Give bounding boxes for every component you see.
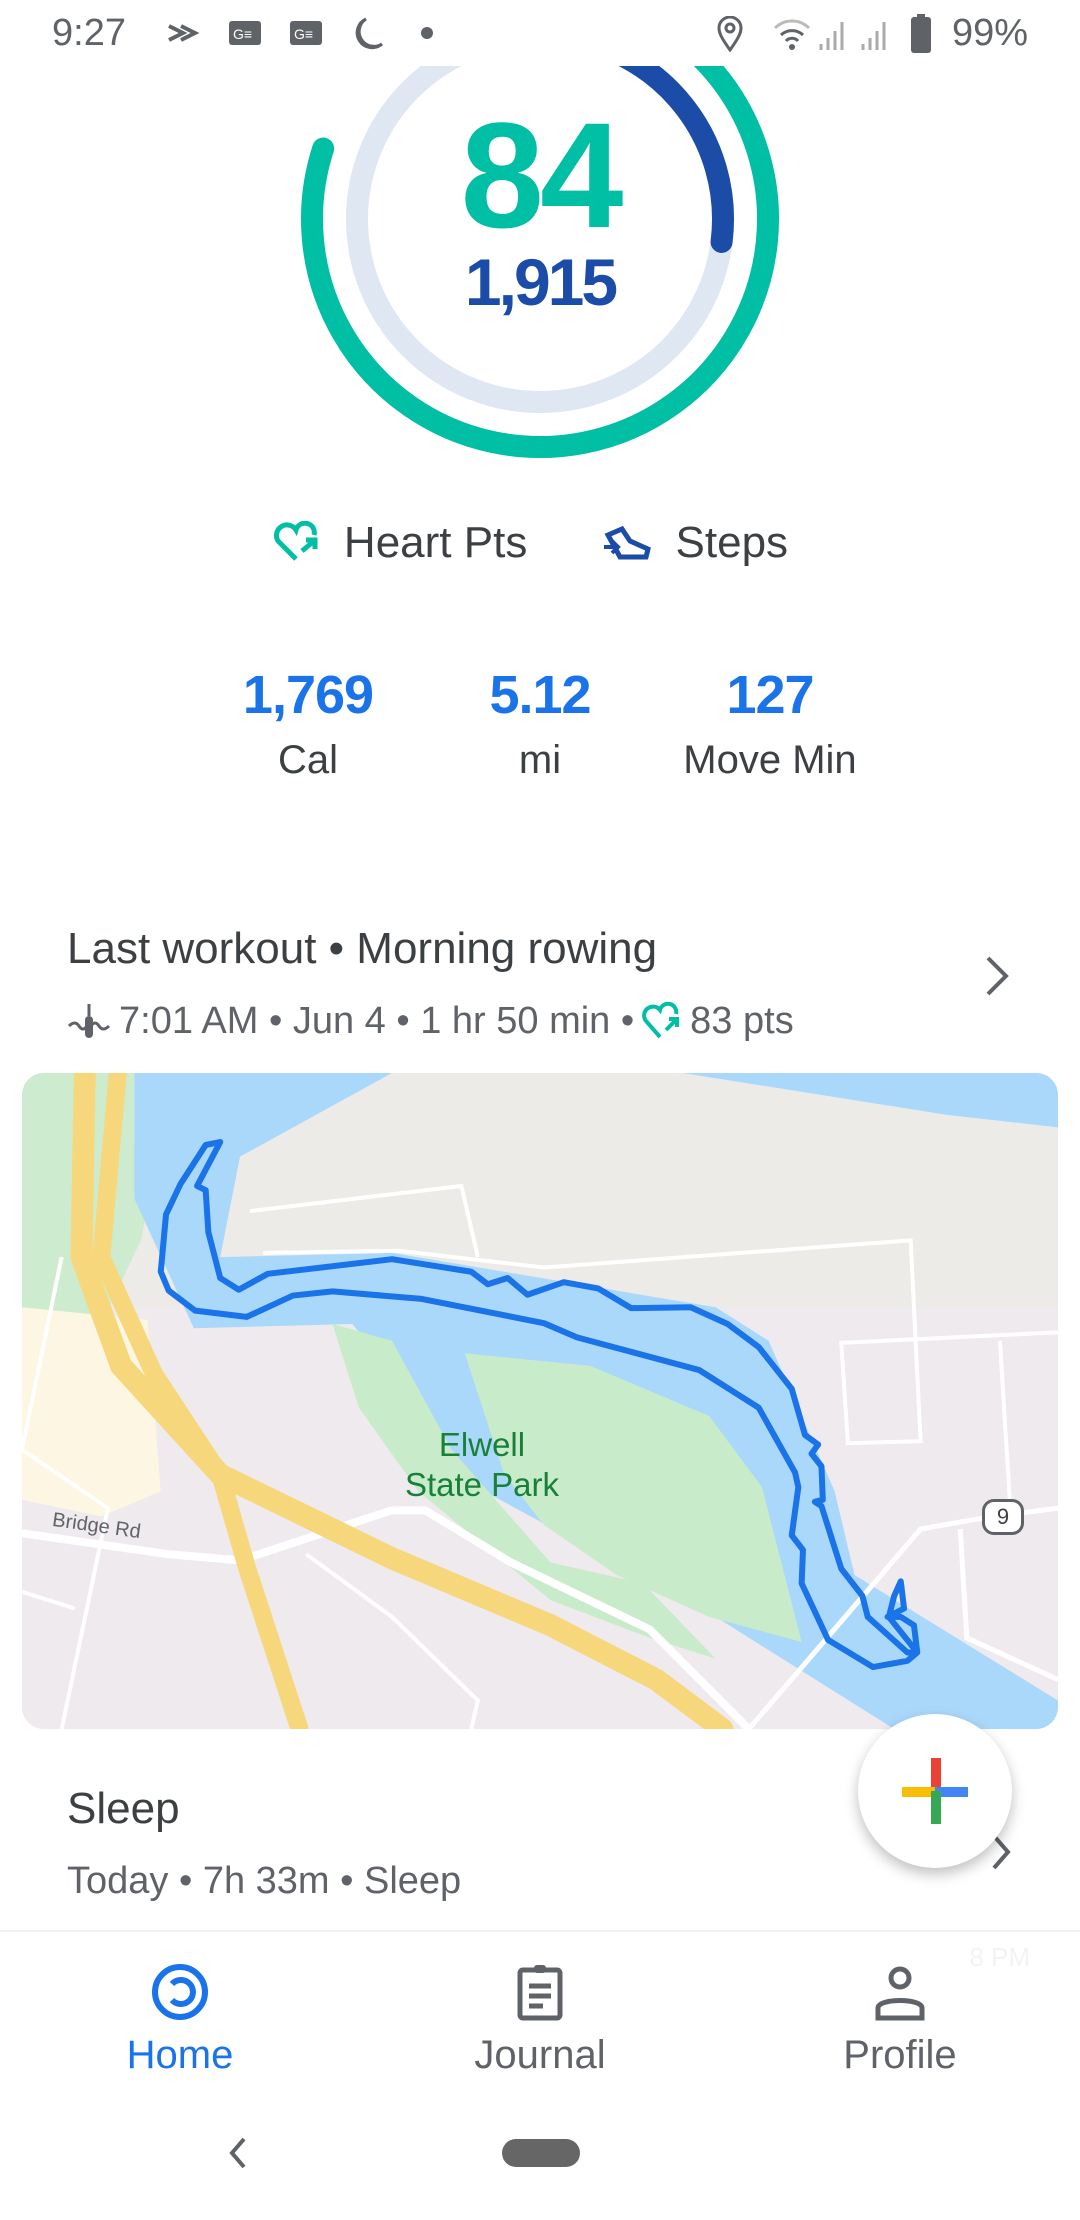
svg-text:G≡: G≡ bbox=[233, 26, 252, 42]
battery-percent: 99% bbox=[951, 12, 1028, 54]
stat-label: Move Min bbox=[683, 738, 857, 782]
legend-steps-label: Steps bbox=[675, 518, 789, 567]
map-canvas bbox=[22, 1073, 1058, 1729]
park-label: Elwell State Park bbox=[402, 1425, 562, 1505]
workout-points: 83 pts bbox=[690, 1000, 794, 1042]
steps-value: 1,915 bbox=[464, 245, 618, 319]
status-bar: 9:27 G≡ G≡ 99% bbox=[0, 0, 1080, 66]
dot-icon bbox=[421, 27, 433, 39]
wifi-icon bbox=[773, 19, 811, 50]
stat-move-min: 127 Move Min bbox=[650, 664, 890, 783]
battery-icon bbox=[911, 14, 931, 53]
stat-label: mi bbox=[518, 738, 562, 782]
legend-steps: Steps bbox=[600, 518, 809, 568]
heart-points-icon bbox=[642, 1001, 680, 1038]
add-button[interactable] bbox=[858, 1714, 1012, 1868]
stat-value: 1,769 bbox=[242, 665, 374, 725]
stat-calories: 1,769 Cal bbox=[188, 664, 428, 783]
legend-heart-label: Heart Pts bbox=[343, 518, 528, 567]
svg-text:G≡: G≡ bbox=[294, 26, 313, 42]
legend-heart-pts: Heart Pts bbox=[272, 518, 547, 568]
do-not-disturb-moon-icon bbox=[355, 17, 383, 50]
stat-value: 5.12 bbox=[489, 665, 591, 725]
plus-icon bbox=[902, 1758, 968, 1824]
ring-legend: Heart Pts Steps bbox=[0, 518, 1080, 576]
workout-route-map[interactable]: Elwell State Park Bridge Rd 9 bbox=[22, 1073, 1058, 1729]
location-icon bbox=[717, 16, 743, 52]
rowing-icon bbox=[67, 1003, 111, 1038]
stream-icon bbox=[168, 24, 200, 42]
workout-details: 7:01 AM • Jun 4 • 1 hr 50 min • 83 pts bbox=[67, 1000, 794, 1043]
park-label-line: State Park bbox=[404, 1466, 560, 1503]
sleep-subtitle: Today • 7h 33m • Sleep bbox=[67, 1860, 462, 1902]
home-spiral-icon bbox=[152, 1964, 208, 2020]
nav-profile-label: Profile bbox=[843, 2033, 957, 2077]
journal-clipboard-icon bbox=[517, 1965, 563, 2021]
status-time: 9:27 bbox=[52, 12, 126, 54]
nav-home[interactable]: Home bbox=[60, 1962, 300, 2078]
heart-points-icon bbox=[273, 521, 318, 561]
signal-icon bbox=[819, 22, 844, 50]
nav-profile[interactable]: Profile bbox=[780, 1962, 1020, 2078]
signal-icon bbox=[861, 22, 886, 50]
river bbox=[682, 1073, 1058, 1128]
system-home-pill[interactable] bbox=[502, 2139, 580, 2167]
stat-label: Cal bbox=[277, 738, 339, 782]
system-back-icon[interactable] bbox=[226, 2136, 250, 2170]
nav-journal-label: Journal bbox=[474, 2033, 606, 2077]
stat-value: 127 bbox=[726, 665, 814, 725]
workout-time: 7:01 AM • Jun 4 • 1 hr 50 min • bbox=[119, 1000, 635, 1042]
nav-journal[interactable]: Journal bbox=[420, 1962, 660, 2078]
news-icon: G≡ bbox=[290, 21, 322, 45]
park-label-line: Elwell bbox=[438, 1426, 526, 1463]
nav-home-label: Home bbox=[126, 2033, 234, 2077]
steps-icon bbox=[603, 525, 651, 560]
heart-points-value: 84 bbox=[460, 91, 624, 259]
workout-title: Last workout • Morning rowing bbox=[67, 924, 658, 973]
sleep-title: Sleep bbox=[67, 1784, 180, 1833]
chevron-right-icon[interactable] bbox=[982, 954, 1012, 998]
route-shield: 9 bbox=[982, 1499, 1024, 1535]
news-icon: G≡ bbox=[229, 21, 261, 45]
stat-distance: 5.12 mi bbox=[420, 664, 660, 783]
profile-person-icon bbox=[875, 1966, 925, 2021]
